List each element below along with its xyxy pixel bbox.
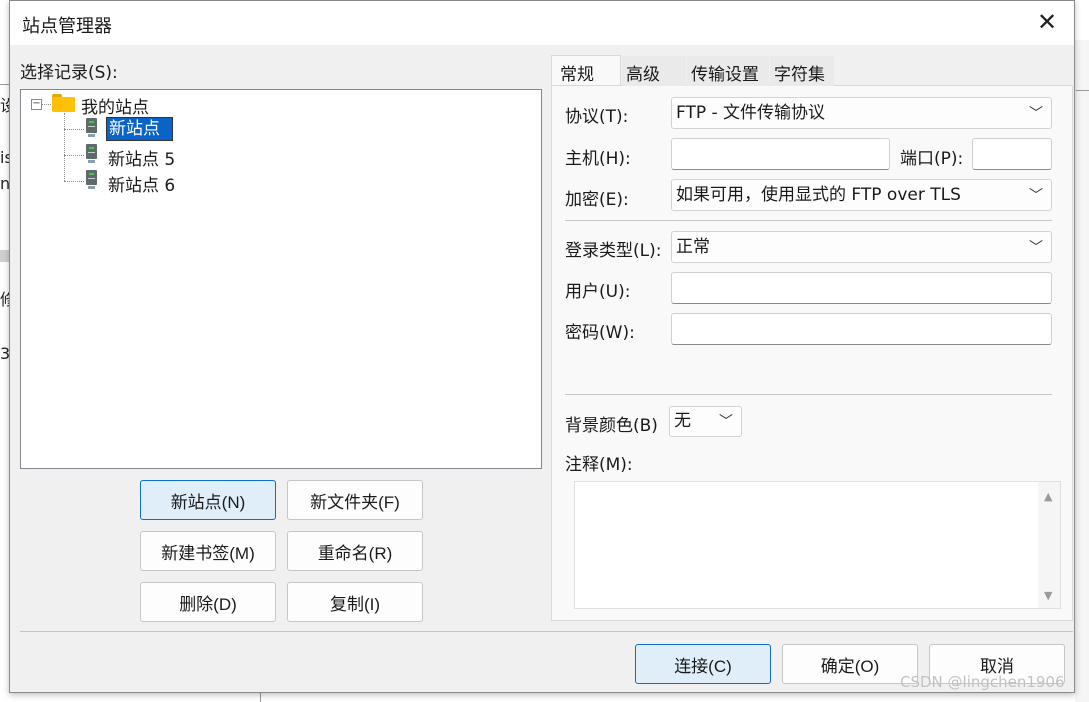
section-divider [565,394,1052,395]
background-app-right [1075,40,1089,702]
bg-color-label: 背景颜色(B) [565,416,658,436]
site-tree[interactable]: − 我的站点 新站点 新站点 5 新站点 6 [20,89,542,469]
notes-textarea[interactable]: ▲ ▼ [574,481,1061,609]
collapse-icon[interactable]: − [31,99,42,110]
watermark: CSDN @lingchen1906 [900,673,1065,691]
tree-connector [64,113,65,181]
protocol-label: 协议(T): [565,107,629,127]
background-text: 3/ [0,344,9,363]
host-input[interactable] [671,138,890,170]
new-site-button[interactable]: 新站点(N) [140,480,276,520]
bg-color-value: 无 [674,411,691,431]
footer-divider [20,631,1073,632]
chevron-down-icon: ﹀ [1029,240,1043,256]
site-manager-dialog: 站点管理器 ✕ 选择记录(S): − 我的站点 新站点 新站点 5 新站点 6 … [9,0,1075,693]
background-divider [0,250,9,262]
tree-connector [64,181,84,182]
delete-button[interactable]: 删除(D) [140,582,276,622]
tree-root-label[interactable]: 我的站点 [81,93,149,118]
background-text: 设 [0,96,9,115]
tab-general[interactable]: 常规 [551,55,621,85]
bg-color-select[interactable]: 无 ﹀ [669,406,742,437]
scroll-down-icon[interactable]: ▼ [1044,589,1052,602]
scroll-up-icon[interactable]: ▲ [1044,490,1052,503]
background-text: 修 [0,290,9,309]
tree-item-site[interactable]: 新站点 6 [108,171,175,196]
server-icon [86,170,97,190]
notes-label: 注释(M): [565,455,633,475]
tab-charset[interactable]: 字符集 [770,56,834,86]
user-input[interactable] [671,272,1052,304]
password-input[interactable] [671,313,1052,345]
chevron-down-icon: ﹀ [1029,188,1043,204]
user-label: 用户(U): [565,282,631,302]
tree-connector [42,104,51,105]
background-divider [260,693,261,702]
port-label: 端口(P): [900,149,964,169]
protocol-value: FTP - 文件传输协议 [676,103,826,123]
protocol-select[interactable]: FTP - 文件传输协议 ﹀ [671,97,1052,129]
tree-item-site[interactable]: 新站点 5 [108,145,175,170]
copy-button[interactable]: 复制(I) [287,582,423,622]
connect-button[interactable]: 连接(C) [635,644,771,684]
tree-connector [64,129,84,130]
new-bookmark-button[interactable]: 新建书签(M) [140,531,276,571]
background-divider [1076,90,1089,91]
logon-type-label: 登录类型(L): [565,241,662,261]
encryption-select[interactable]: 如果可用，使用显式的 FTP over TLS ﹀ [671,179,1052,211]
chevron-down-icon: ﹀ [719,414,733,430]
ok-button[interactable]: 确定(O) [782,644,918,684]
logon-type-select[interactable]: 正常 ﹀ [671,231,1052,263]
new-folder-button[interactable]: 新文件夹(F) [287,480,423,520]
encryption-label: 加密(E): [565,190,629,210]
port-input[interactable] [972,138,1052,170]
tab-advanced[interactable]: 高级 [622,56,686,86]
close-icon[interactable]: ✕ [1032,7,1062,37]
folder-icon [52,94,75,112]
chevron-down-icon: ﹀ [1029,106,1043,122]
tree-connector [64,155,84,156]
background-divider [0,84,9,85]
section-divider [565,220,1052,221]
password-label: 密码(W): [565,323,635,343]
background-text: is [0,148,9,167]
background-text: ng [0,174,9,193]
server-icon [86,144,97,164]
logon-type-value: 正常 [676,237,710,257]
title-bar: 站点管理器 ✕ [10,1,1074,45]
tab-transfer-settings[interactable]: 传输设置 [687,56,769,86]
dialog-title: 站点管理器 [22,16,112,37]
server-icon [86,118,97,138]
tree-item-site[interactable]: 新站点 [106,117,173,141]
select-entry-label: 选择记录(S): [20,63,118,83]
rename-button[interactable]: 重命名(R) [287,531,423,571]
encryption-value: 如果可用，使用显式的 FTP over TLS [676,185,961,205]
host-label: 主机(H): [565,149,631,169]
notes-scrollbar[interactable]: ▲ ▼ [1038,482,1060,608]
